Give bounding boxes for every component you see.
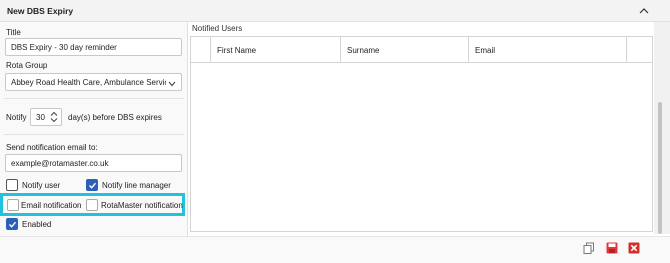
email-value: example@rotamaster.co.uk xyxy=(11,159,109,168)
notify-days-stepper[interactable]: 30 xyxy=(30,108,62,126)
email-notification-label: Email notification xyxy=(21,201,82,210)
chevron-up-icon[interactable] xyxy=(638,5,650,17)
title-value: DBS Expiry - 30 day reminder xyxy=(11,43,117,52)
row-selector-header xyxy=(191,37,211,63)
panel-title: New DBS Expiry xyxy=(7,6,74,16)
notify-prefix: Notify xyxy=(6,113,27,122)
column-first-name-label: First Name xyxy=(217,46,257,55)
spinner-icon[interactable] xyxy=(50,111,58,123)
notify-line-manager-label: Notify line manager xyxy=(102,181,171,190)
email-notification-checkbox[interactable] xyxy=(7,199,19,211)
enabled-checkbox[interactable] xyxy=(6,218,18,230)
column-surname-label: Surname xyxy=(347,46,380,55)
column-email-label: Email xyxy=(475,46,496,55)
footer-toolbar xyxy=(0,236,670,263)
scrollbar-thumb[interactable] xyxy=(658,102,662,234)
rota-group-value: Abbey Road Health Care, Ambulance Servic… xyxy=(11,78,166,87)
checkmark-icon xyxy=(9,221,17,228)
notified-users-grid: First Name Surname Email xyxy=(190,36,653,232)
notify-line-manager-checkbox[interactable] xyxy=(86,179,98,191)
email-input[interactable]: example@rotamaster.co.uk xyxy=(5,154,182,172)
panel-header: New DBS Expiry xyxy=(0,0,670,22)
grid-header: First Name Surname Email xyxy=(191,37,652,63)
divider xyxy=(4,134,184,135)
rotamaster-notification-checkbox[interactable] xyxy=(86,199,98,211)
title-label: Title xyxy=(6,28,21,37)
delete-icon[interactable] xyxy=(628,242,640,254)
checkmark-icon xyxy=(89,182,97,189)
rota-group-label: Rota Group xyxy=(6,61,48,70)
notify-days-value: 30 xyxy=(36,113,45,122)
vertical-scrollbar[interactable] xyxy=(654,22,670,234)
title-input[interactable]: DBS Expiry - 30 day reminder xyxy=(5,38,182,56)
notify-user-checkbox[interactable] xyxy=(6,179,18,191)
copy-icon[interactable] xyxy=(583,242,595,254)
enabled-label: Enabled xyxy=(22,220,52,229)
rotamaster-notification-label: RotaMaster notification xyxy=(101,201,183,210)
column-first-name[interactable]: First Name xyxy=(211,37,341,63)
chevron-down-icon xyxy=(168,79,176,87)
divider xyxy=(4,98,184,99)
save-icon[interactable] xyxy=(606,242,618,254)
column-surname[interactable]: Surname xyxy=(341,37,469,63)
rota-group-select[interactable]: Abbey Road Health Care, Ambulance Servic… xyxy=(5,73,182,91)
notify-suffix: day(s) before DBS expires xyxy=(68,113,162,122)
email-label: Send notification email to: xyxy=(6,143,98,152)
notified-users-label: Notified Users xyxy=(192,24,243,33)
column-email[interactable]: Email xyxy=(469,37,627,63)
notify-user-label: Notify user xyxy=(22,181,61,190)
